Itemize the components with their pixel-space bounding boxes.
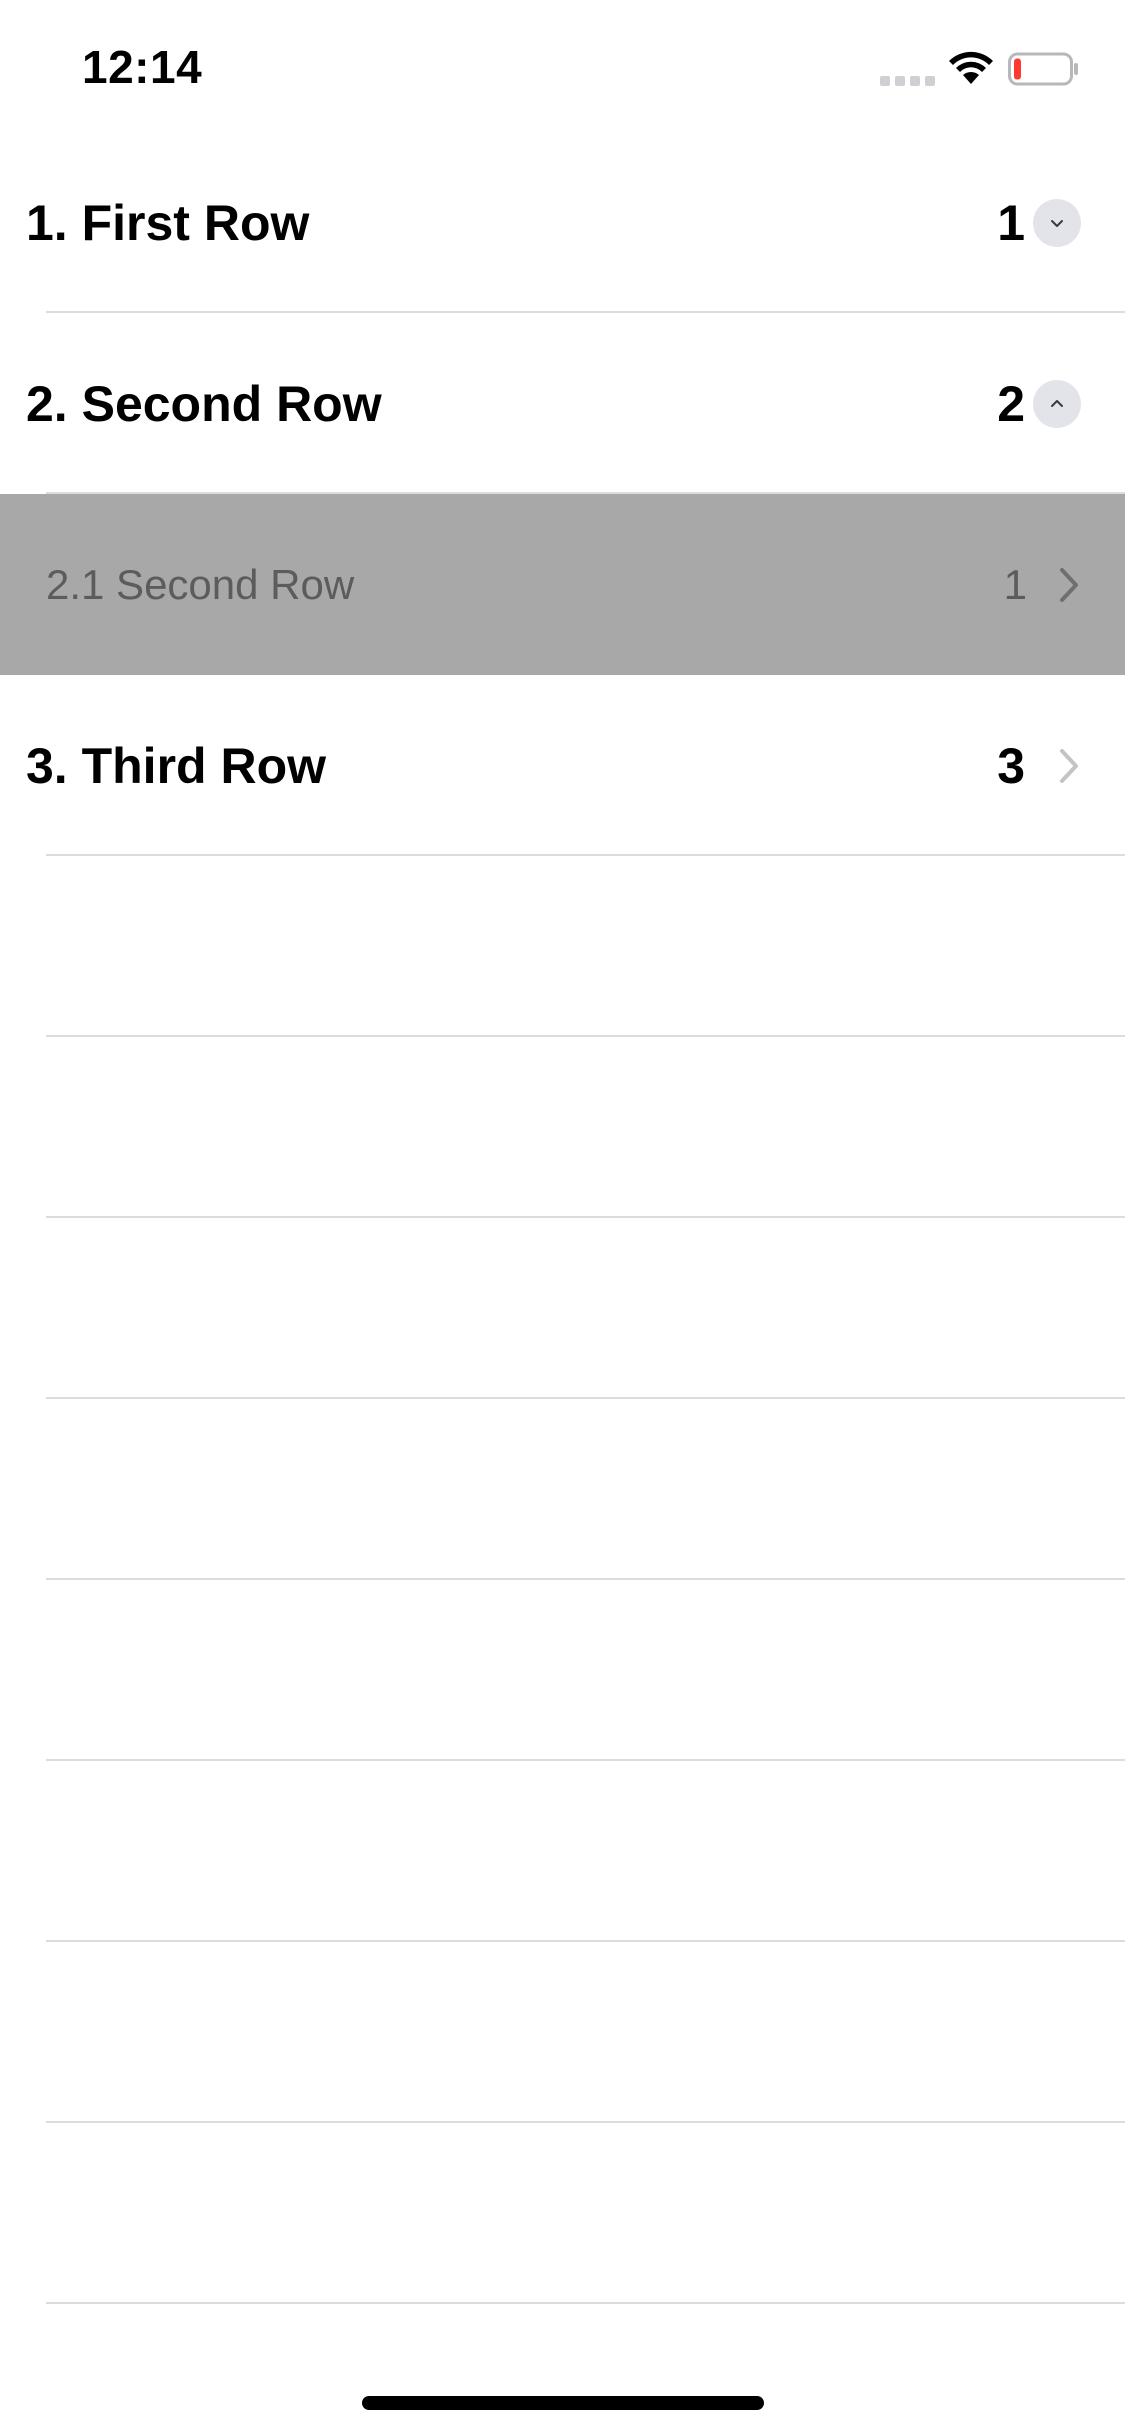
chevron-right-icon (1060, 748, 1078, 783)
status-bar: 12:14 (0, 0, 1125, 140)
table-row-third[interactable]: 3. Third Row 3 (0, 675, 1125, 856)
home-indicator[interactable] (362, 2396, 764, 2410)
table-row-second[interactable]: 2. Second Row 2 (0, 313, 1125, 494)
empty-row (0, 1580, 1125, 1761)
row-title: 1. First Row (26, 194, 310, 251)
chevron-right-icon (1060, 567, 1078, 602)
row-title: 2.1 Second Row (46, 560, 355, 608)
row-count: 1 (1003, 560, 1027, 608)
empty-row (0, 2123, 1125, 2304)
table-row-first[interactable]: 1. First Row 1 (0, 132, 1125, 313)
row-count: 3 (997, 737, 1025, 794)
wifi-icon (949, 51, 993, 84)
row-title: 3. Third Row (26, 737, 326, 794)
empty-row (0, 1218, 1125, 1399)
row-title: 2. Second Row (26, 375, 382, 432)
empty-row (0, 856, 1125, 1037)
empty-row (0, 1761, 1125, 1942)
row-separator (46, 2302, 1125, 2304)
row-count: 1 (997, 194, 1025, 251)
empty-row (0, 1942, 1125, 2123)
chevron-up-icon[interactable] (1033, 379, 1081, 428)
empty-row (0, 1037, 1125, 1218)
row-count: 2 (997, 375, 1025, 432)
battery-icon (1008, 52, 1078, 86)
table-row-second-sub[interactable]: 2.1 Second Row 1 (0, 494, 1125, 675)
cellular-signal-icon (880, 76, 935, 86)
status-time: 12:14 (82, 41, 203, 93)
empty-row (0, 1399, 1125, 1580)
chevron-down-icon[interactable] (1033, 198, 1081, 247)
table-view: 1. First Row 1 2. Second Row 2 2.1 Secon… (0, 132, 1125, 2304)
